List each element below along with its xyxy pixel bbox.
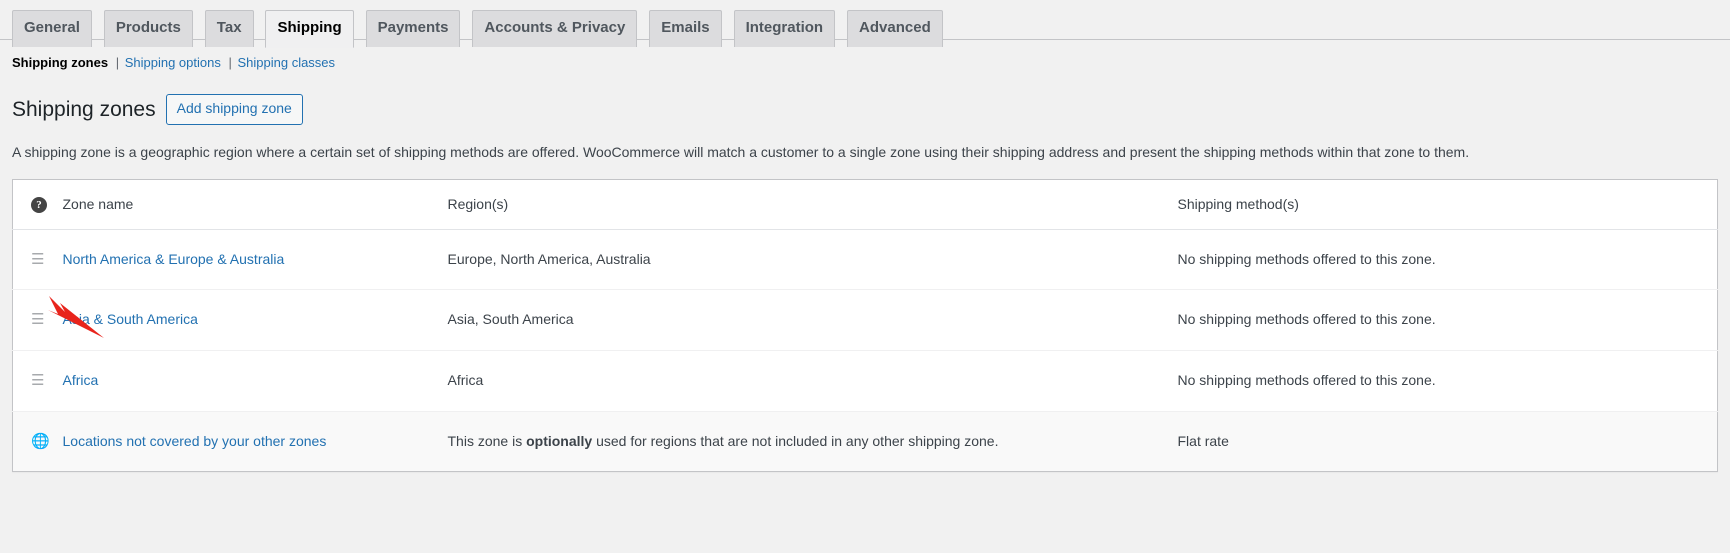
row-regions-cell: Africa xyxy=(447,350,1178,412)
help-icon[interactable]: ? xyxy=(31,196,47,213)
tab-advanced[interactable]: Advanced xyxy=(847,10,943,47)
column-header-sort: ? xyxy=(12,179,63,230)
page-title: Shipping zones xyxy=(12,97,156,121)
table-row[interactable]: ☰ Africa Africa No shipping methods offe… xyxy=(12,350,1718,412)
subnav-link-shipping-classes[interactable]: Shipping classes xyxy=(237,55,335,70)
zone-name-link[interactable]: Asia & South America xyxy=(63,311,198,327)
subnav-separator-1: | xyxy=(112,50,121,76)
zone-name-link[interactable]: Locations not covered by your other zone… xyxy=(63,433,327,449)
row-sort-handle-cell[interactable]: ☰ xyxy=(12,350,63,412)
row-zone-name-cell[interactable]: Asia & South America xyxy=(62,289,448,351)
tab-integration[interactable]: Integration xyxy=(733,10,836,47)
sort-handle-icon[interactable]: ☰ xyxy=(31,312,44,327)
row-regions-cell: Asia, South America xyxy=(447,289,1178,351)
zone-name-link[interactable]: Africa xyxy=(63,372,99,388)
table-row[interactable]: ☰ North America & Europe & Australia Eur… xyxy=(13,229,1718,290)
table-row-worldwide[interactable]: 🌐 Locations not covered by your other zo… xyxy=(12,410,1718,472)
tab-emails[interactable]: Emails xyxy=(649,10,722,47)
row-zone-name-cell[interactable]: Africa xyxy=(62,350,448,412)
separator-pipe: | xyxy=(228,55,232,70)
shipping-zones-table: ? Zone name Region(s) Shipping method(s)… xyxy=(12,178,1718,473)
row-sort-handle-cell[interactable]: ☰ xyxy=(12,289,63,351)
column-header-regions: Region(s) xyxy=(447,179,1178,230)
row-regions-cell: Europe, North America, Australia xyxy=(447,250,651,267)
row-zone-name-cell[interactable]: Locations not covered by your other zone… xyxy=(62,410,448,472)
table-body: ☰ North America & Europe & Australia Eur… xyxy=(12,229,1718,472)
region-suffix-text: used for regions that are not included i… xyxy=(592,432,999,449)
subnav-link-shipping-zones[interactable]: Shipping zones xyxy=(12,55,108,70)
sort-handle-icon[interactable]: ☰ xyxy=(31,373,44,388)
tab-shipping[interactable]: Shipping xyxy=(265,10,354,48)
row-shipping-methods-cell: Flat rate xyxy=(1177,410,1718,472)
separator-pipe: | xyxy=(115,55,120,70)
column-header-zone-name: Zone name xyxy=(62,179,448,230)
tab-general[interactable]: General xyxy=(12,10,92,47)
zone-name-link[interactable]: North America & Europe & Australia xyxy=(63,251,285,267)
table-row[interactable]: ☰ Asia & South America Asia, South Ameri… xyxy=(12,289,1718,351)
shipping-subnav: Shipping zones | Shipping options | Ship… xyxy=(12,50,1730,76)
tab-tax[interactable]: Tax xyxy=(204,10,254,47)
subnav-item-shipping-classes[interactable]: Shipping classes xyxy=(237,50,335,76)
shipping-zones-table-wrap: ? Zone name Region(s) Shipping method(s)… xyxy=(12,178,1718,473)
tab-accounts-privacy[interactable]: Accounts & Privacy xyxy=(472,10,638,47)
subnav-separator-2: | xyxy=(224,50,233,76)
shipping-zones-description: A shipping zone is a geographic region w… xyxy=(12,143,1470,160)
row-regions-cell: This zone is optionally used for regions… xyxy=(447,410,1178,472)
subnav-item-shipping-zones[interactable]: Shipping zones xyxy=(12,50,108,76)
column-header-shipping-methods: Shipping method(s) xyxy=(1177,179,1718,230)
globe-icon: 🌐 xyxy=(31,432,50,450)
table-header-row: ? Zone name Region(s) Shipping method(s) xyxy=(12,179,1718,230)
add-shipping-zone-button[interactable]: Add shipping zone xyxy=(165,94,303,125)
table-head: ? Zone name Region(s) Shipping method(s) xyxy=(12,179,1718,230)
row-shipping-methods-cell: No shipping methods offered to this zone… xyxy=(1177,350,1718,412)
region-prefix-text: This zone is xyxy=(447,432,527,449)
region-emphasis-text: optionally xyxy=(526,432,593,449)
tab-products[interactable]: Products xyxy=(103,10,193,47)
subnav-item-shipping-options[interactable]: Shipping options xyxy=(125,50,221,76)
sort-handle-icon[interactable]: ☰ xyxy=(31,252,44,267)
row-shipping-methods-cell: No shipping methods offered to this zone… xyxy=(1177,250,1436,267)
row-shipping-methods-cell: No shipping methods offered to this zone… xyxy=(1177,289,1718,351)
settings-tab-bar: General Products Tax Shipping Payments A… xyxy=(0,0,1730,48)
tab-payments[interactable]: Payments xyxy=(365,10,461,47)
row-zone-name-cell[interactable]: North America & Europe & Australia xyxy=(63,229,448,290)
row-sort-handle-cell[interactable]: ☰ xyxy=(13,229,63,290)
row-globe-cell: 🌐 xyxy=(12,410,63,472)
subnav-link-shipping-options[interactable]: Shipping options xyxy=(125,55,221,70)
shipping-zones-header: Shipping zones Add shipping zone xyxy=(12,94,1730,125)
